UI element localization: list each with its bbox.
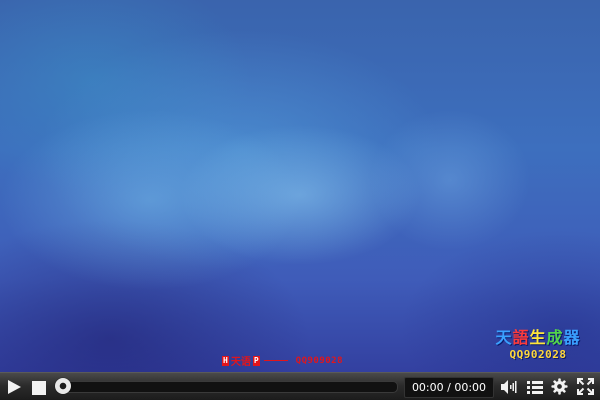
stamp-box-2: P [252,355,260,366]
stop-button[interactable] [32,380,46,395]
playlist-button[interactable] [527,379,543,395]
stop-icon [32,381,46,395]
play-button[interactable] [6,379,22,395]
logo-qq: QQ902028 [509,348,567,361]
video-player: H 天语 P QQ909028 天語生成器 QQ902028 00:00 / 0… [0,0,600,400]
time-display: 00:00 / 00:00 [404,377,494,398]
watermark-stamp: H 天语 P QQ909028 [222,353,343,368]
stamp-text: 天语 [230,357,251,368]
settings-button[interactable] [551,378,568,395]
stamp-line [263,360,288,361]
watermark-logo: 天語生成器 QQ902028 [482,328,594,361]
logo-char-5: 器 [563,328,581,347]
play-icon [8,380,21,394]
seek-thumb[interactable] [55,378,71,394]
stamp-qq: QQ909028 [295,355,344,366]
stamp-box-1: H [222,355,229,366]
logo-char-3: 生 [529,328,547,347]
volume-icon [501,380,517,394]
playlist-icon [527,381,543,394]
volume-button[interactable] [500,379,518,395]
logo-char-2: 語 [512,328,530,347]
logo-title: 天語生成器 [482,328,594,348]
logo-char-4: 成 [546,328,564,347]
seek-bar[interactable] [56,381,398,393]
fullscreen-icon [577,378,594,395]
logo-char-1: 天 [495,328,513,347]
gear-icon [551,378,568,395]
control-bar: 00:00 / 00:00 [0,372,600,400]
video-viewport[interactable] [0,0,600,372]
fullscreen-button[interactable] [577,378,594,395]
